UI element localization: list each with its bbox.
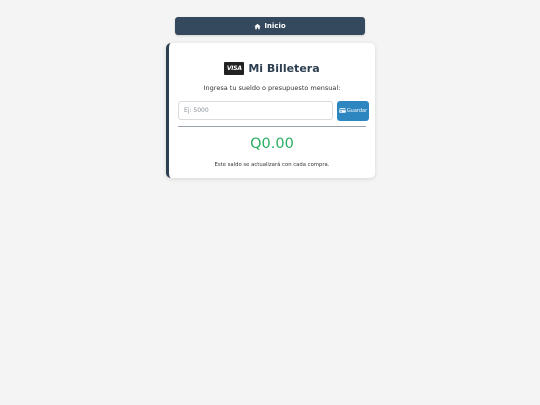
home-button-label: Inicio [264,22,286,30]
save-button[interactable]: Guardar [337,101,369,121]
salary-prompt-label: Ingresa tu sueldo o presupuesto mensual: [203,84,341,92]
divider [178,126,366,127]
home-icon [254,23,261,30]
wallet-title: Mi Billetera [248,62,320,75]
card-title: VISA Mi Billetera [169,62,375,75]
visa-card-icon: VISA [224,62,245,75]
wallet-card: VISA Mi Billetera Ingresa tu sueldo o pr… [166,43,375,178]
balance-note: Este saldo se actualizará con cada compr… [214,162,330,168]
save-button-label: Guardar [346,108,368,114]
balance-amount: Q0.00 [250,136,294,152]
salary-input[interactable] [178,101,333,120]
credit-card-icon [339,107,346,115]
home-button[interactable]: Inicio [175,17,365,35]
